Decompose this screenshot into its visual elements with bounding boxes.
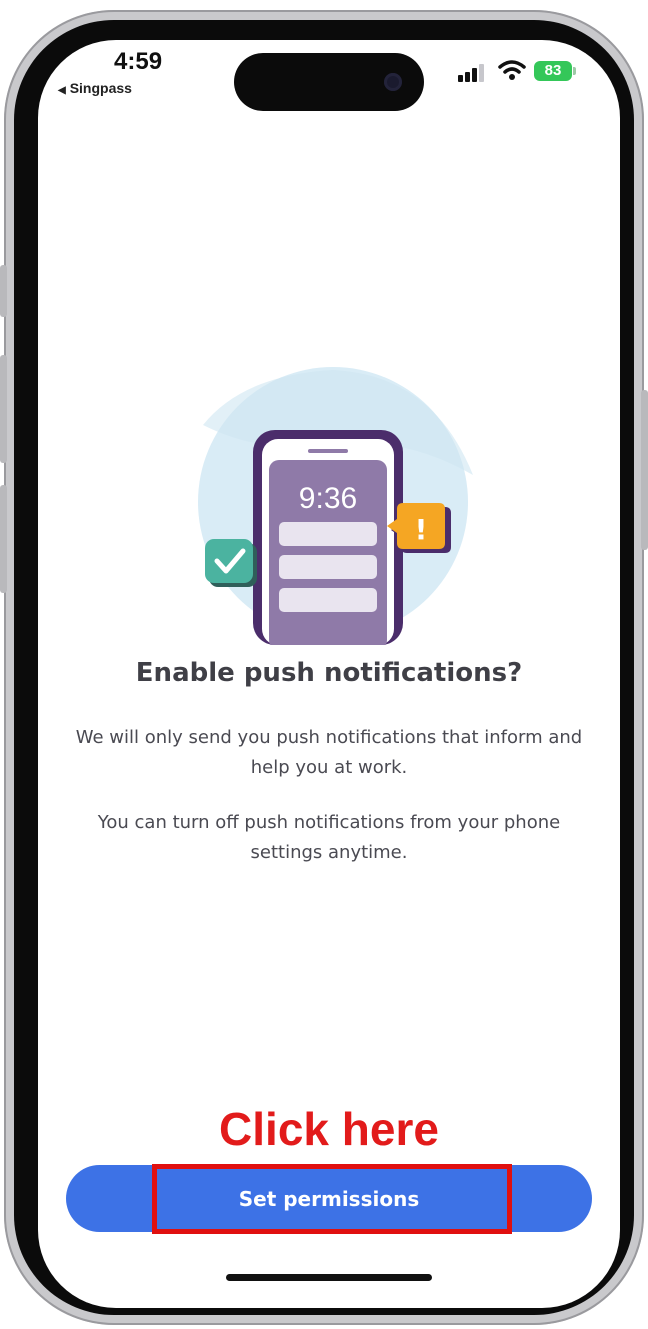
app-screen: 4:59 ◀ Singpass 83 9:36 ! Enable push no…: [38, 40, 620, 1308]
power-button: [641, 390, 648, 550]
cellular-signal-icon: [458, 64, 484, 82]
volume-up-button: [0, 355, 7, 463]
wifi-icon: [498, 60, 526, 80]
status-time: 4:59: [114, 48, 163, 75]
info-paragraph-1: We will only send you push notifications…: [75, 727, 583, 778]
set-permissions-button[interactable]: Set permissions: [66, 1165, 592, 1232]
camera-icon: [384, 73, 402, 91]
dynamic-island: [234, 53, 424, 111]
back-caret-icon: ◀: [58, 85, 66, 96]
dialog-title: Enable push notifications?: [135, 658, 523, 688]
phone-illustration: 9:36 !: [198, 367, 473, 645]
mute-switch: [0, 265, 7, 317]
alert-mark: !: [415, 513, 428, 546]
click-here-annotation: Click here: [219, 1103, 439, 1155]
back-to-app-link[interactable]: ◀ Singpass: [58, 80, 132, 96]
battery-tip: [573, 67, 576, 75]
back-app-label: Singpass: [69, 80, 132, 96]
home-indicator[interactable]: [226, 1274, 432, 1281]
illustration-clock: 9:36: [299, 482, 357, 515]
volume-down-button: [0, 485, 7, 593]
info-paragraph-2: You can turn off push notifications from…: [97, 812, 561, 863]
checkmark-bubble-icon: [205, 539, 257, 587]
battery-icon: 83: [534, 61, 572, 81]
